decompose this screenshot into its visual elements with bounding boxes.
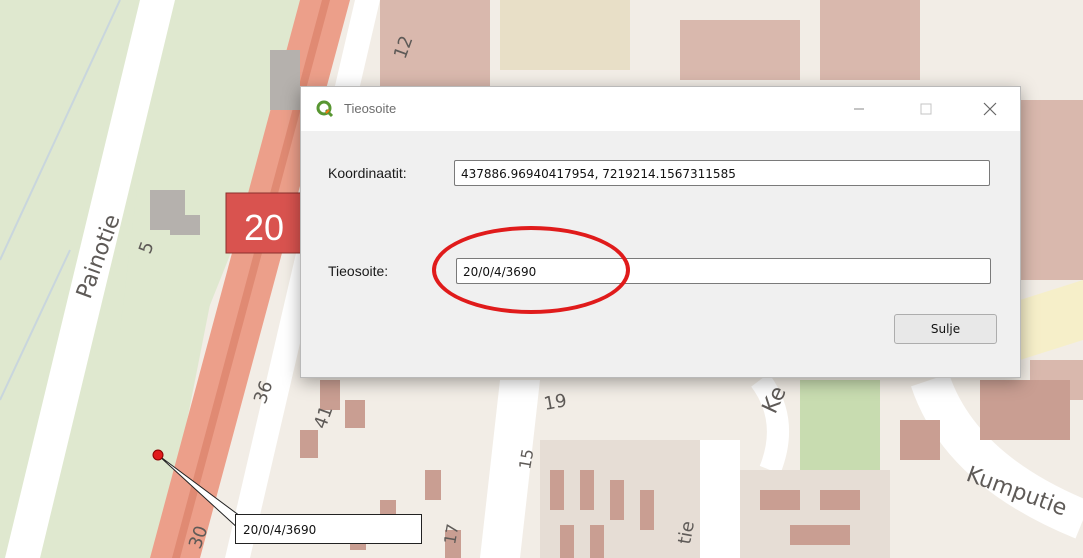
house-number: 17: [440, 522, 462, 545]
coordinates-label: Koordinaatit:: [328, 165, 407, 181]
sulje-button[interactable]: Sulje: [894, 314, 997, 344]
road-address-label: Tieosoite:: [328, 263, 389, 279]
highlight-ellipse: [432, 226, 630, 314]
qgis-logo-icon: [316, 100, 334, 118]
tieosoite-dialog: Tieosoite Koordinaatit: 437886.969404179…: [300, 86, 1021, 378]
maximize-icon: [920, 103, 932, 115]
house-number: 15: [515, 447, 537, 470]
minimize-button[interactable]: [836, 87, 882, 131]
close-icon: [983, 102, 997, 116]
coordinates-field[interactable]: 437886.96940417954, 7219214.1567311585: [454, 160, 990, 186]
minimize-icon: [854, 108, 864, 110]
location-marker[interactable]: [152, 449, 164, 461]
close-window-button[interactable]: [967, 87, 1013, 131]
maximize-button[interactable]: [903, 87, 949, 131]
dialog-title: Tieosoite: [344, 101, 397, 116]
road-shield-label: 20: [244, 207, 284, 248]
map-callout-label: 20/0/4/3690: [235, 514, 422, 544]
dialog-titlebar[interactable]: Tieosoite: [301, 87, 1020, 131]
house-number: 19: [542, 390, 568, 415]
street-label-tie: tie: [674, 519, 699, 545]
